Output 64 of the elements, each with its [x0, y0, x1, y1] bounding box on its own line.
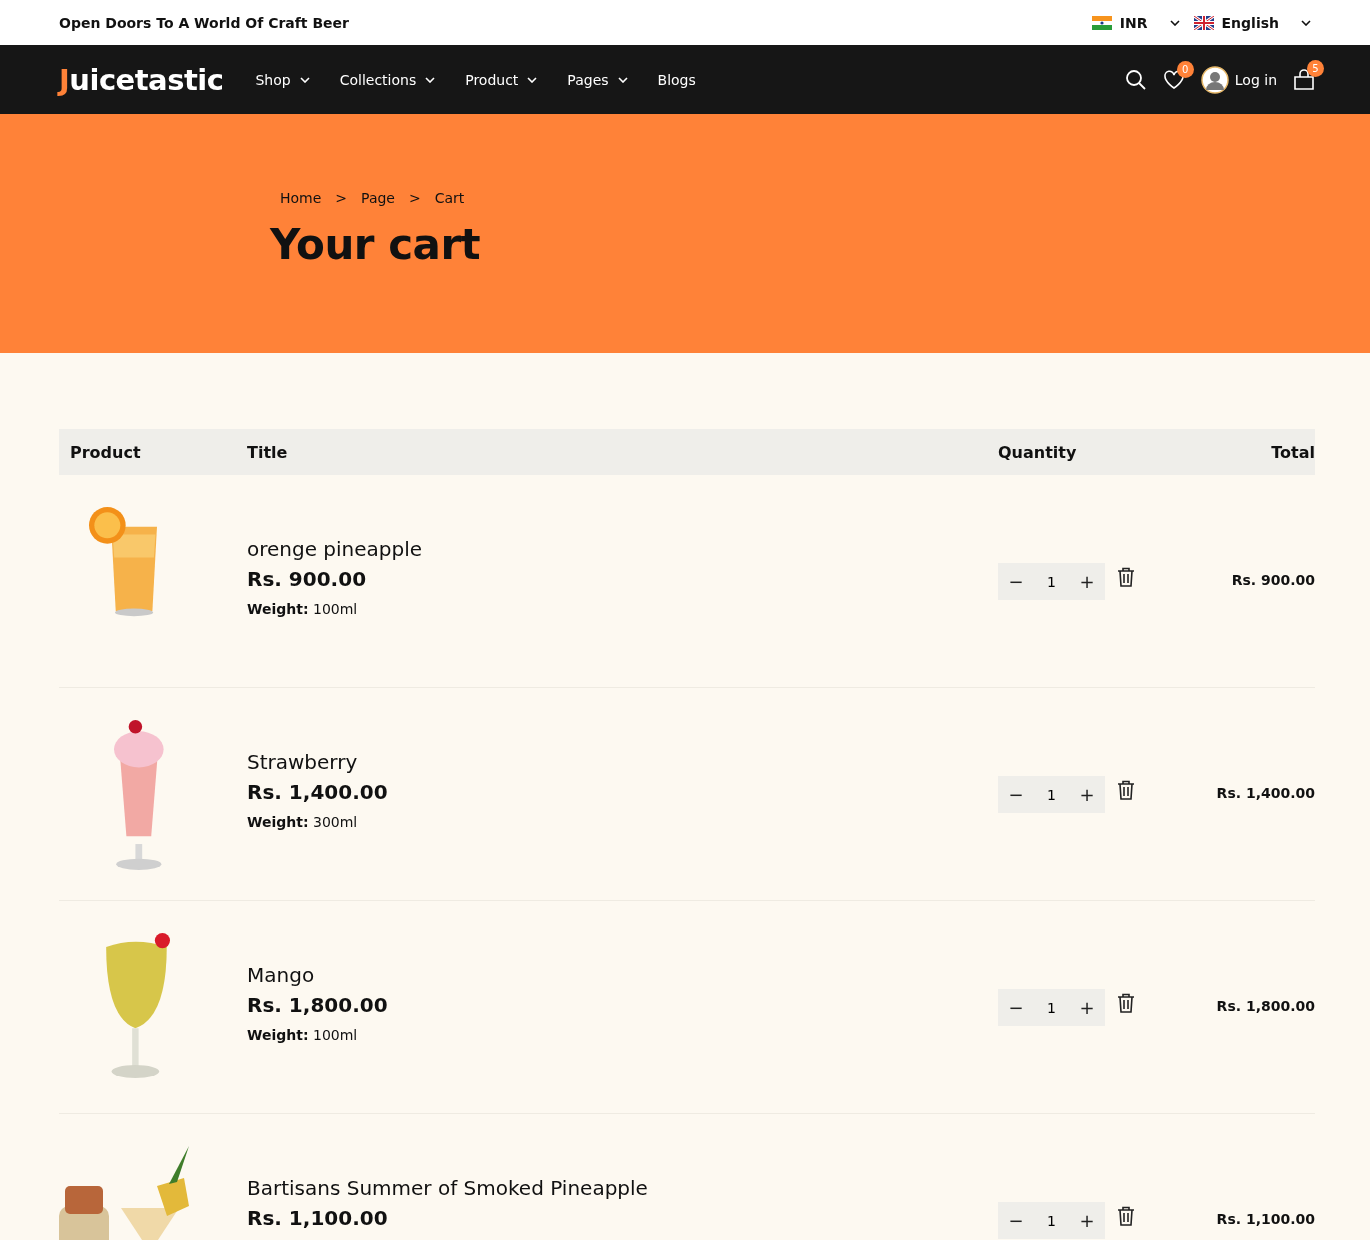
logo[interactable]: Juicetastic: [59, 62, 224, 97]
product-title[interactable]: orenge pineapple: [247, 537, 998, 561]
decrease-button[interactable]: −: [1004, 784, 1028, 805]
quantity-field[interactable]: 1: [1039, 1212, 1064, 1229]
trash-icon[interactable]: [1117, 567, 1135, 587]
nav-item[interactable]: Product: [465, 71, 538, 88]
breadcrumb-separator: >: [409, 190, 421, 206]
nav-item[interactable]: Shop: [255, 71, 310, 88]
quantity-field[interactable]: 1: [1039, 573, 1064, 590]
nav-item[interactable]: Collections: [339, 71, 436, 88]
column-header: Total: [1270, 442, 1315, 462]
line-total: Rs. 1,100.00: [1215, 1210, 1315, 1229]
nav-item[interactable]: Pages: [567, 71, 628, 88]
login-link[interactable]: Log in: [1200, 65, 1277, 94]
increase-button[interactable]: +: [1075, 997, 1099, 1018]
product-weight: Weight: 300ml: [247, 814, 359, 830]
decrease-button[interactable]: −: [1004, 1210, 1028, 1231]
column-header: Product: [69, 442, 142, 462]
breadcrumb-separator: >: [335, 190, 348, 206]
breadcrumb-item: Cart: [434, 190, 465, 206]
product-price: Rs. 900.00: [247, 567, 368, 591]
chevron-down-icon: [1169, 19, 1180, 26]
product-weight: Weight: 100ml: [247, 601, 359, 617]
cart-count: 5: [1307, 59, 1324, 77]
quantity-field[interactable]: 1: [1039, 999, 1064, 1016]
increase-button[interactable]: +: [1075, 1210, 1099, 1231]
increase-button[interactable]: +: [1075, 571, 1099, 592]
decrease-button[interactable]: −: [1004, 997, 1028, 1018]
wishlist-count: 0: [1176, 60, 1194, 78]
line-total: Rs. 1,400.00: [1215, 784, 1315, 803]
breadcrumb-item[interactable]: Home: [280, 190, 322, 206]
column-header: Quantity: [998, 442, 1078, 462]
product-title[interactable]: Strawberry: [247, 750, 998, 774]
line-total: Rs. 900.00: [1230, 571, 1315, 590]
language-selector[interactable]: English: [1193, 14, 1311, 31]
currency-selector[interactable]: INR: [1091, 14, 1180, 31]
product-price: Rs. 1,400.00: [247, 780, 389, 804]
chevron-down-icon: [1301, 19, 1311, 26]
quantity-stepper[interactable]: − 1 +: [998, 776, 1105, 813]
quantity-stepper[interactable]: − 1 +: [998, 989, 1105, 1026]
product-price: Rs. 1,100.00: [247, 1206, 389, 1230]
decrease-button[interactable]: −: [1004, 571, 1028, 592]
quantity-field[interactable]: 1: [1039, 786, 1064, 803]
tagline: Open Doors To A World Of Craft Beer: [59, 14, 349, 31]
shopping-bag-icon[interactable]: [1293, 68, 1315, 91]
quantity-stepper[interactable]: − 1 +: [998, 563, 1105, 600]
trash-icon[interactable]: [1117, 780, 1135, 800]
nav-item[interactable]: Blogs: [657, 71, 696, 88]
breadcrumb-item[interactable]: Page: [361, 190, 395, 206]
product-price: Rs. 1,800.00: [247, 993, 389, 1017]
quantity-stepper[interactable]: − 1 +: [998, 1202, 1105, 1239]
product-title[interactable]: Mango: [247, 963, 998, 987]
trash-icon[interactable]: [1117, 993, 1135, 1013]
avatar-icon: [1200, 65, 1229, 94]
increase-button[interactable]: +: [1075, 784, 1099, 805]
flag-icon: [1193, 15, 1214, 30]
column-header: Title: [247, 442, 289, 462]
product-weight: Weight: 100ml: [247, 1027, 359, 1043]
line-total: Rs. 1,800.00: [1215, 997, 1315, 1016]
flag-icon: [1091, 15, 1112, 30]
search-icon[interactable]: [1124, 68, 1147, 91]
page-title: Your cart: [270, 220, 482, 269]
trash-icon[interactable]: [1117, 1206, 1135, 1226]
product-title[interactable]: Bartisans Summer of Smoked Pineapple: [247, 1176, 998, 1200]
